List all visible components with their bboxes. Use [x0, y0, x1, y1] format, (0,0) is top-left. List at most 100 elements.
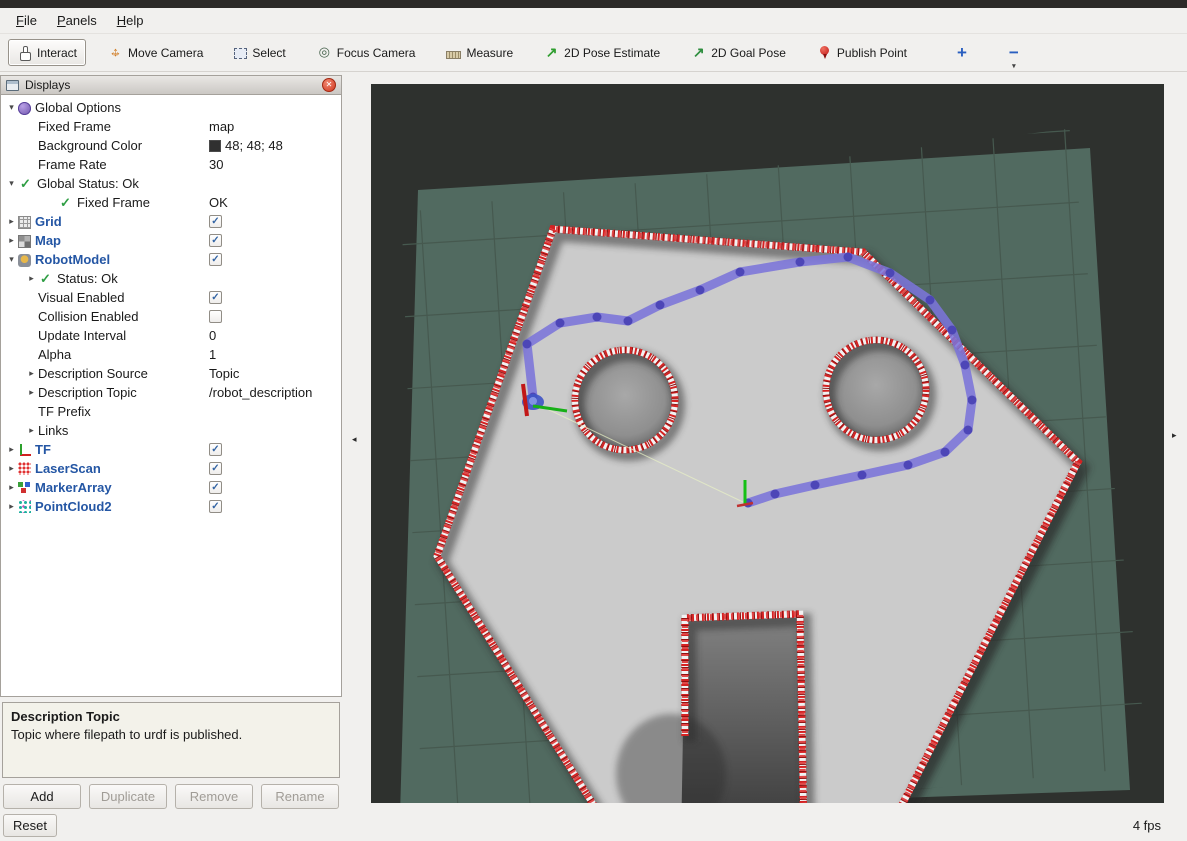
- tree-row-collision-enabled[interactable]: Collision Enabled: [1, 307, 341, 326]
- tree-row-global-status-ok[interactable]: ▾✓Global Status: Ok: [1, 174, 341, 193]
- check-icon: ✓: [18, 177, 33, 191]
- checkbox-checked[interactable]: ✓: [209, 234, 222, 247]
- 3d-viewport[interactable]: [371, 84, 1164, 803]
- color-swatch[interactable]: [209, 140, 221, 152]
- expander-right-icon[interactable]: ▸: [5, 444, 18, 455]
- tree-value-cell: OK: [209, 195, 228, 210]
- add-tool-button[interactable]: +: [947, 42, 977, 64]
- expander-down-icon[interactable]: ▾: [5, 178, 18, 189]
- rename-display-button: Rename: [261, 784, 339, 809]
- tool-select[interactable]: Select: [225, 40, 294, 66]
- tree-value-cell: 30: [209, 157, 223, 172]
- tool-move-camera[interactable]: Move Camera: [99, 39, 212, 66]
- green-arrow-icon: [691, 45, 706, 60]
- checkbox-checked[interactable]: ✓: [209, 291, 222, 304]
- tree-label: Collision Enabled: [38, 309, 138, 324]
- laser-icon: [18, 462, 31, 475]
- tree-row-fixed-frame[interactable]: ✓Fixed FrameOK: [1, 193, 341, 212]
- tree-row-status-ok[interactable]: ▸✓Status: Ok: [1, 269, 341, 288]
- expander-right-icon[interactable]: ▸: [5, 216, 18, 227]
- displays-panel-titlebar[interactable]: Displays ✕: [0, 75, 342, 95]
- tree-label: Fixed Frame: [38, 119, 111, 134]
- tree-label: LaserScan: [35, 461, 101, 476]
- menu-file[interactable]: File: [6, 10, 47, 31]
- tree-label: RobotModel: [35, 252, 110, 267]
- expander-right-icon[interactable]: ▸: [25, 387, 38, 398]
- tree-value: OK: [209, 195, 228, 210]
- right-splitter-collapse-icon[interactable]: ▸: [1172, 430, 1177, 441]
- tool-pose-estimate[interactable]: 2D Pose Estimate: [535, 39, 669, 66]
- tree-label: Frame Rate: [38, 157, 107, 172]
- menu-panels[interactable]: Panels: [47, 10, 107, 31]
- remove-tool-button[interactable]: −: [999, 42, 1029, 64]
- tree-row-alpha[interactable]: Alpha1: [1, 345, 341, 364]
- ruler-icon: [446, 51, 461, 59]
- expander-right-icon[interactable]: ▸: [5, 463, 18, 474]
- checkbox-unchecked[interactable]: [209, 310, 222, 323]
- hand-cursor-icon: [17, 45, 32, 60]
- checkbox-checked[interactable]: ✓: [209, 500, 222, 513]
- expander-right-icon[interactable]: ▸: [25, 368, 38, 379]
- tree-row-laserscan[interactable]: ▸ LaserScan ✓: [1, 459, 341, 478]
- tree-row-map[interactable]: ▸Map✓: [1, 231, 341, 250]
- expander-right-icon[interactable]: ▸: [5, 482, 18, 493]
- tree-value-cell: 1: [209, 347, 216, 362]
- close-panel-icon[interactable]: ✕: [322, 78, 336, 92]
- tool-measure[interactable]: Measure: [437, 40, 522, 66]
- tree-row-background-color[interactable]: Background Color48; 48; 48: [1, 136, 341, 155]
- expander-down-icon[interactable]: ▾: [5, 102, 18, 113]
- move-arrows-icon: [108, 45, 123, 60]
- tree-row-tf-prefix[interactable]: TF Prefix: [1, 402, 341, 421]
- checkbox-checked[interactable]: ✓: [209, 443, 222, 456]
- left-splitter-collapse-icon[interactable]: ◂: [352, 434, 357, 445]
- pointcloud-icon: [18, 500, 31, 513]
- tool-publish-point[interactable]: Publish Point: [808, 39, 916, 66]
- checkbox-checked[interactable]: ✓: [209, 253, 222, 266]
- tree-value-cell: ✓: [209, 234, 222, 247]
- menu-help[interactable]: Help: [107, 10, 154, 31]
- tool-goal-pose[interactable]: 2D Goal Pose: [682, 39, 795, 66]
- duplicate-display-button: Duplicate: [89, 784, 167, 809]
- tree-value-cell: ✓: [209, 291, 222, 304]
- tree-row-tf[interactable]: ▸TF✓: [1, 440, 341, 459]
- checkbox-checked[interactable]: ✓: [209, 462, 222, 475]
- tool-label: Interact: [37, 46, 77, 60]
- tree-row-fixed-frame[interactable]: Fixed Frame map: [1, 117, 341, 136]
- tree-row-description-topic[interactable]: ▸Description Topic/robot_description: [1, 383, 341, 402]
- tree-value-cell: ✓: [209, 462, 222, 475]
- checkbox-checked[interactable]: ✓: [209, 215, 222, 228]
- window-top-strip: [0, 0, 1187, 8]
- tree-row-global-options[interactable]: ▾Global Options: [1, 98, 341, 117]
- help-box-body: Topic where filepath to urdf is publishe…: [11, 727, 331, 742]
- tree-value-cell: ✓: [209, 481, 222, 494]
- reset-button[interactable]: Reset: [3, 814, 57, 837]
- tool-interact[interactable]: Interact: [8, 39, 86, 66]
- selection-box-icon: [234, 48, 247, 59]
- tree-row-update-interval[interactable]: Update Interval0: [1, 326, 341, 345]
- map-pin-icon: [817, 45, 832, 60]
- expander-right-icon[interactable]: ▸: [25, 425, 38, 436]
- tree-row-description-source[interactable]: ▸Description SourceTopic: [1, 364, 341, 383]
- tree-row-grid[interactable]: ▸Grid✓: [1, 212, 341, 231]
- expander-right-icon[interactable]: ▸: [25, 273, 38, 284]
- add-display-button[interactable]: Add: [3, 784, 81, 809]
- tree-row-pointcloud2[interactable]: ▸PointCloud2✓: [1, 497, 341, 516]
- tree-row-markerarray[interactable]: ▸MarkerArray✓: [1, 478, 341, 497]
- tree-label: Fixed Frame: [77, 195, 150, 210]
- tree-value-cell: map: [209, 119, 234, 134]
- tree-label: TF Prefix: [38, 404, 91, 419]
- tree-row-visual-enabled[interactable]: Visual Enabled ✓: [1, 288, 341, 307]
- tree-row-robotmodel[interactable]: ▾ RobotModel ✓: [1, 250, 341, 269]
- marker-icon: [18, 481, 31, 494]
- expander-down-icon[interactable]: ▾: [5, 254, 18, 265]
- tree-row-links[interactable]: ▸Links: [1, 421, 341, 440]
- focus-crosshair-icon: [317, 45, 332, 60]
- expander-right-icon[interactable]: ▸: [5, 235, 18, 246]
- tree-label: Visual Enabled: [38, 290, 125, 305]
- tree-value: Topic: [209, 366, 239, 381]
- expander-right-icon[interactable]: ▸: [5, 501, 18, 512]
- tree-value-cell: /robot_description: [209, 385, 312, 400]
- tree-row-frame-rate[interactable]: Frame Rate 30: [1, 155, 341, 174]
- tool-focus-camera[interactable]: Focus Camera: [308, 39, 425, 66]
- checkbox-checked[interactable]: ✓: [209, 481, 222, 494]
